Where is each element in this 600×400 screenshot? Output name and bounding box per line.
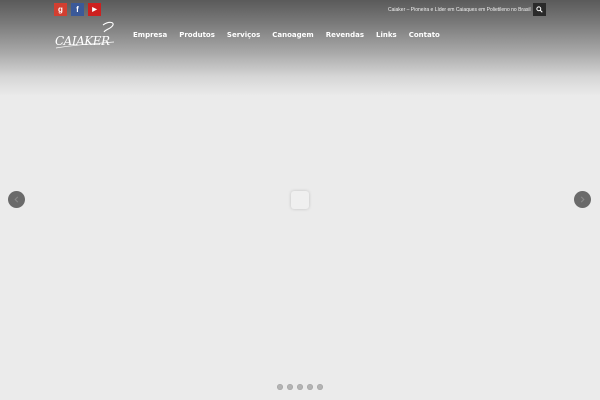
main-nav: Empresa Produtos Serviços Canoagem Reven… [133,31,452,39]
google-plus-link[interactable]: g [54,3,67,16]
nav-item-links[interactable]: Links [376,31,397,39]
page: g f ▶ Caiaker – Pioneira e Líder em Caia… [0,0,600,400]
site-logo[interactable]: CAIAKER [54,20,118,52]
chevron-left-icon [14,196,19,203]
nav-item-empresa[interactable]: Empresa [133,31,167,39]
slider-dot-3[interactable] [297,384,303,390]
site-tagline: Caiaker – Pioneira e Líder em Caiaques e… [388,7,531,13]
slider-loading-indicator [291,191,309,209]
logo-graphic: CAIAKER [55,21,115,49]
facebook-icon: f [76,4,79,14]
search-button[interactable] [533,3,546,16]
search-icon [536,6,543,13]
nav-item-revendas[interactable]: Revendas [326,31,364,39]
google-plus-icon: g [58,4,63,14]
slider-dot-5[interactable] [317,384,323,390]
slider-next-button[interactable] [574,191,591,208]
slider-prev-button[interactable] [8,191,25,208]
logo-text: CAIAKER [55,34,110,48]
nav-item-canoagem[interactable]: Canoagem [272,31,313,39]
nav-item-contato[interactable]: Contato [409,31,440,39]
slider-dot-1[interactable] [277,384,283,390]
slider-dot-2[interactable] [287,384,293,390]
chevron-right-icon [580,196,585,203]
facebook-link[interactable]: f [71,3,84,16]
slider-dot-4[interactable] [307,384,313,390]
nav-item-produtos[interactable]: Produtos [179,31,215,39]
nav-item-servicos[interactable]: Serviços [227,31,260,39]
youtube-icon: ▶ [92,6,97,13]
social-links: g f ▶ [54,3,101,16]
slider-pagination [277,384,323,390]
site-header: g f ▶ Caiaker – Pioneira e Líder em Caia… [0,0,600,96]
youtube-link[interactable]: ▶ [88,3,101,16]
